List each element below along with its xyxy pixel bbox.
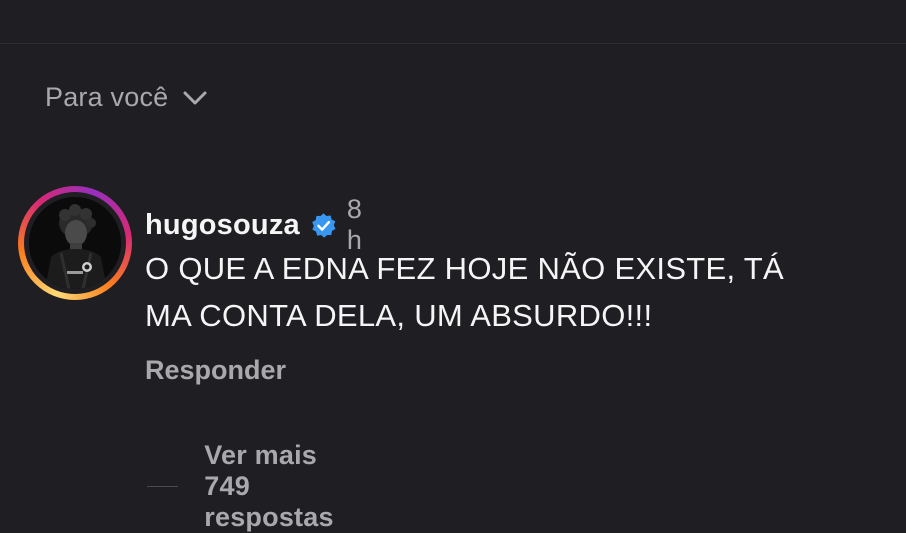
story-ring[interactable]: [18, 186, 132, 300]
username[interactable]: hugosouza: [145, 209, 300, 242]
comment-text-line: O QUE A EDNA FEZ HOJE NÃO EXISTE, TÁ: [145, 251, 784, 286]
replies-divider-line: [147, 486, 179, 487]
view-more-replies-label: Ver mais 749 respostas: [204, 440, 334, 532]
verified-badge-icon: [310, 212, 337, 239]
reply-button[interactable]: Responder: [145, 355, 286, 386]
sort-label: Para você: [45, 82, 169, 112]
sort-dropdown[interactable]: Para você: [45, 82, 208, 113]
chevron-down-icon: [182, 85, 208, 111]
top-divider: [0, 43, 906, 44]
view-more-replies-button[interactable]: Ver mais 749 respostas: [147, 440, 362, 533]
comment-text: O QUE A EDNA FEZ HOJE NÃO EXISTE, TÁ MA …: [145, 245, 906, 339]
comment-text-line: MA CONTA DELA, UM ABSURDO!!!: [145, 298, 653, 333]
avatar[interactable]: [29, 197, 121, 289]
